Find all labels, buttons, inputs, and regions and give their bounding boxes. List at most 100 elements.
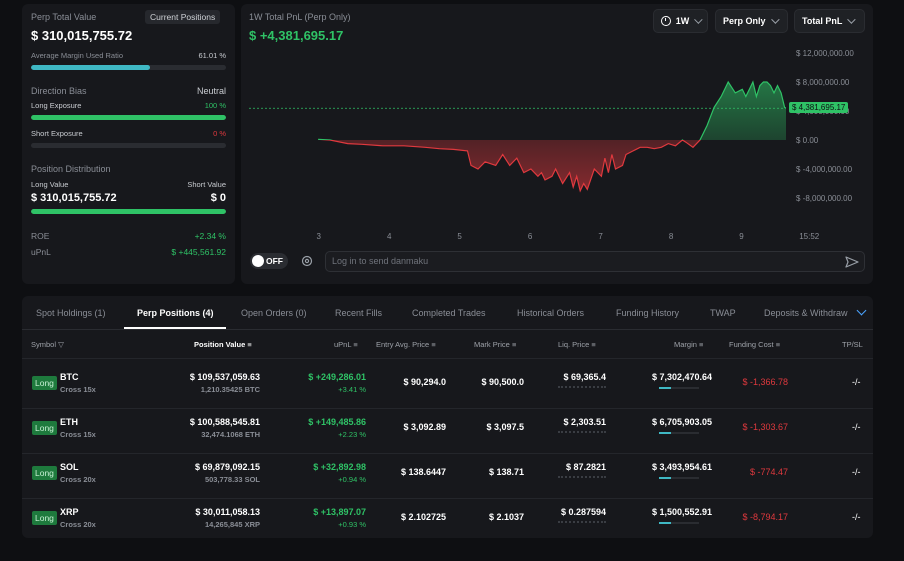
margin-ratio-label: Average Margin Used Ratio xyxy=(31,51,123,60)
tab-deposits-withdraw[interactable]: Deposits & Withdraw xyxy=(764,308,849,318)
pnl-area-chart: $ 12,000,000.00$ 8,000,000.00$ 4,000,000… xyxy=(249,49,854,241)
margin-ratio-value: 61.01 % xyxy=(198,51,226,60)
tab-historical-orders[interactable]: Historical Orders xyxy=(517,308,584,318)
roe-value: +2.34 % xyxy=(194,231,226,241)
sort-icon[interactable]: ≡ xyxy=(512,340,516,349)
upnl-value: $ +445,561.92 xyxy=(171,247,226,257)
x-tick-label: 6 xyxy=(528,232,533,241)
positions-panel: Spot Holdings (1) Perp Positions (4) Ope… xyxy=(22,296,873,538)
upnl-percent: +0.93 % xyxy=(338,520,366,529)
tab-open-orders[interactable]: Open Orders (0) xyxy=(241,308,307,318)
long-exposure-label: Long Exposure xyxy=(31,101,82,110)
header-mark-label: Mark Price xyxy=(474,340,510,349)
position-value: $ 69,879,092.15 xyxy=(194,462,260,472)
toggle-knob xyxy=(252,255,264,267)
margin-amount[interactable]: $ 3,493,954.61 xyxy=(652,462,712,472)
symbol-name[interactable]: SOL xyxy=(60,462,79,472)
header-entry-price[interactable]: Entry Avg. Price ≡ xyxy=(376,340,436,349)
header-position-value[interactable]: Position Value ≡ xyxy=(194,340,252,349)
danmaku-toggle[interactable]: OFF xyxy=(250,253,288,269)
short-exposure-value: 0 % xyxy=(213,129,226,138)
tab-recent-fills[interactable]: Recent Fills xyxy=(335,308,382,318)
direction-bias-value: Neutral xyxy=(196,86,226,96)
leverage-label: Cross 20x xyxy=(60,520,96,529)
sort-icon[interactable]: ≡ xyxy=(431,340,435,349)
table-row[interactable]: Long BTC Cross 15x $ 109,537,059.63 1,210.35… xyxy=(22,363,873,408)
long-value-label: Long Value xyxy=(31,180,69,189)
x-tick-label: 5 xyxy=(457,232,462,241)
tpsl-value[interactable]: -/- xyxy=(852,422,861,432)
x-tick-label: 15:52 xyxy=(799,232,820,241)
filter-icon[interactable]: ▽ xyxy=(58,340,64,349)
danmaku-input[interactable] xyxy=(332,256,832,266)
upnl-amount: $ +13,897.07 xyxy=(313,507,366,517)
entry-price: $ 138.6447 xyxy=(400,467,446,477)
header-upnl[interactable]: uPnL ≡ xyxy=(334,340,358,349)
tab-funding-history[interactable]: Funding History xyxy=(616,308,679,318)
header-margin-label: Margin xyxy=(674,340,697,349)
position-size: 32,474.1068 ETH xyxy=(201,430,260,439)
y-tick-label: $ -4,000,000.00 xyxy=(796,165,853,174)
y-tick-label: $ 0.00 xyxy=(796,136,819,145)
header-margin[interactable]: Margin ≡ xyxy=(674,340,703,349)
sort-icon[interactable]: ≡ xyxy=(247,340,251,349)
upnl-amount: $ +249,286.01 xyxy=(308,372,366,382)
side-badge: Long xyxy=(32,511,57,525)
short-value: $ 0 xyxy=(210,192,226,204)
tpsl-value[interactable]: -/- xyxy=(852,467,861,477)
table-row[interactable]: Long SOL Cross 20x $ 69,879,092.15 503,778.3… xyxy=(22,453,873,498)
upnl-percent: +2.23 % xyxy=(338,430,366,439)
short-value-label: Short Value xyxy=(187,180,226,189)
x-tick-label: 9 xyxy=(739,232,744,241)
send-icon[interactable] xyxy=(845,256,859,268)
tpsl-value[interactable]: -/- xyxy=(852,512,861,522)
tab-spot-holdings[interactable]: Spot Holdings (1) xyxy=(36,308,106,318)
x-tick-label: 8 xyxy=(669,232,674,241)
funding-cost: $ -1,303.67 xyxy=(742,422,788,432)
header-liq-price[interactable]: Liq. Price ≡ xyxy=(558,340,596,349)
header-symbol[interactable]: Symbol ▽ xyxy=(31,340,64,349)
symbol-name[interactable]: XRP xyxy=(60,507,79,517)
symbol-name[interactable]: BTC xyxy=(60,372,79,382)
liq-distance-bar xyxy=(558,521,606,523)
tab-bar: Spot Holdings (1) Perp Positions (4) Ope… xyxy=(22,296,873,330)
active-tab-indicator xyxy=(124,327,226,329)
chevron-down-icon[interactable] xyxy=(856,305,867,316)
mark-price: $ 138.71 xyxy=(488,467,524,477)
header-tpsl: TP/SL xyxy=(842,340,863,349)
x-tick-label: 4 xyxy=(387,232,392,241)
leverage-label: Cross 20x xyxy=(60,475,96,484)
danmaku-input-box[interactable] xyxy=(325,251,865,272)
upnl-amount: $ +149,485.86 xyxy=(308,417,366,427)
entry-price: $ 3,092.89 xyxy=(403,422,446,432)
tab-twap[interactable]: TWAP xyxy=(710,308,736,318)
tab-completed-trades[interactable]: Completed Trades xyxy=(412,308,486,318)
margin-amount[interactable]: $ 7,302,470.64 xyxy=(652,372,712,382)
table-row[interactable]: Long ETH Cross 15x $ 100,588,545.81 32,474.1… xyxy=(22,408,873,453)
position-size: 14,265,845 XRP xyxy=(204,520,260,529)
tpsl-value[interactable]: -/- xyxy=(852,377,861,387)
sort-icon[interactable]: ≡ xyxy=(776,340,780,349)
pnl-chart-panel: 1W Total PnL (Perp Only) $ +4,381,695.17… xyxy=(241,4,873,284)
sort-icon[interactable]: ≡ xyxy=(591,340,595,349)
summary-panel: Perp Total Value Current Positions $ 310… xyxy=(22,4,235,284)
settings-icon[interactable] xyxy=(301,255,313,267)
distribution-bar xyxy=(31,209,226,214)
funding-cost: $ -8,794.17 xyxy=(742,512,788,522)
current-positions-chip[interactable]: Current Positions xyxy=(145,10,221,24)
header-funding-cost[interactable]: Funding Cost ≡ xyxy=(729,340,780,349)
table-row[interactable]: Long XRP Cross 20x $ 30,011,058.13 14,265,84… xyxy=(22,498,873,543)
sort-icon[interactable]: ≡ xyxy=(699,340,703,349)
margin-amount[interactable]: $ 6,705,903.05 xyxy=(652,417,712,427)
sort-icon[interactable]: ≡ xyxy=(353,340,357,349)
position-value: $ 30,011,058.13 xyxy=(195,507,260,517)
tab-perp-positions[interactable]: Perp Positions (4) xyxy=(137,308,214,318)
header-upnl-label: uPnL xyxy=(334,340,352,349)
side-badge: Long xyxy=(32,421,57,435)
margin-amount[interactable]: $ 1,500,552.91 xyxy=(652,507,712,517)
symbol-name[interactable]: ETH xyxy=(60,417,78,427)
header-mark-price[interactable]: Mark Price ≡ xyxy=(474,340,516,349)
liq-distance-bar xyxy=(558,431,606,433)
upnl-label: uPnL xyxy=(31,247,51,257)
long-exposure-bar xyxy=(31,115,226,120)
